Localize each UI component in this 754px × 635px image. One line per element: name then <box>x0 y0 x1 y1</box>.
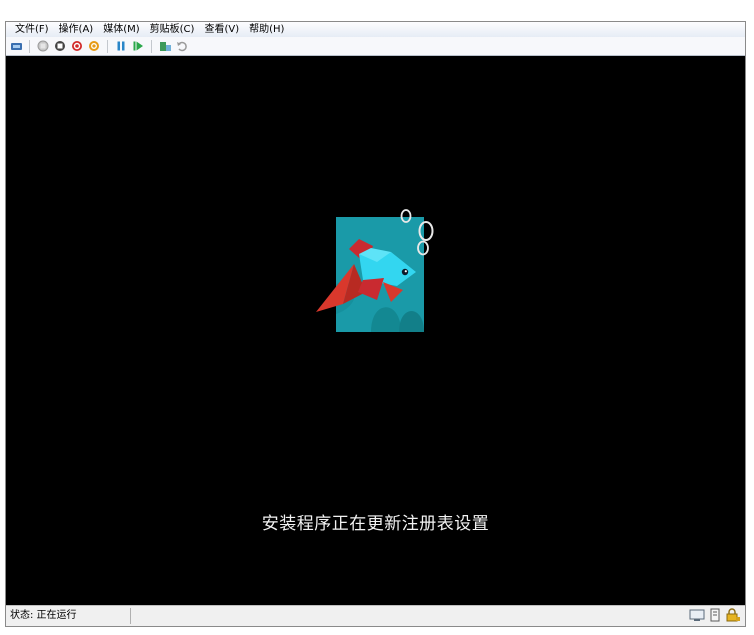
vm-connection-window: 文件(F) 操作(A) 媒体(M) 剪贴板(C) 查看(V) 帮助(H) 安装程… <box>5 21 746 627</box>
save-icon[interactable] <box>87 39 101 53</box>
reset-icon[interactable] <box>131 39 145 53</box>
turn-off-icon[interactable] <box>53 39 67 53</box>
shut-down-icon[interactable] <box>70 39 84 53</box>
status-bar: 状态: 正在运行 <box>6 605 745 626</box>
status-label: 状态: 正在运行 <box>6 608 131 624</box>
menu-bar: 文件(F) 操作(A) 媒体(M) 剪贴板(C) 查看(V) 帮助(H) <box>6 22 745 38</box>
menu-help[interactable]: 帮助(H) <box>244 22 289 37</box>
vm-screen[interactable]: 安装程序正在更新注册表设置 <box>6 56 745 606</box>
windows-setup-fish-logo <box>316 209 434 332</box>
menu-view[interactable]: 查看(V) <box>199 22 244 37</box>
revert-icon[interactable] <box>175 39 189 53</box>
menu-file[interactable]: 文件(F) <box>10 22 54 37</box>
toolbar <box>6 37 745 56</box>
menu-action[interactable]: 操作(A) <box>54 22 99 37</box>
toolbar-separator <box>151 39 152 53</box>
pause-icon[interactable] <box>114 39 128 53</box>
start-icon[interactable] <box>36 39 50 53</box>
status-icons <box>689 608 741 625</box>
keyboard-icon <box>709 608 721 625</box>
lock-icon <box>725 608 741 625</box>
setup-status-text: 安装程序正在更新注册表设置 <box>261 514 490 534</box>
snapshot-icon[interactable] <box>158 39 172 53</box>
toolbar-separator <box>107 39 108 53</box>
menu-clipboard[interactable]: 剪贴板(C) <box>145 22 200 37</box>
menu-media[interactable]: 媒体(M) <box>98 22 144 37</box>
ctrl-alt-del-icon[interactable] <box>9 39 23 53</box>
toolbar-separator <box>29 39 30 53</box>
screen-icon <box>689 608 705 625</box>
